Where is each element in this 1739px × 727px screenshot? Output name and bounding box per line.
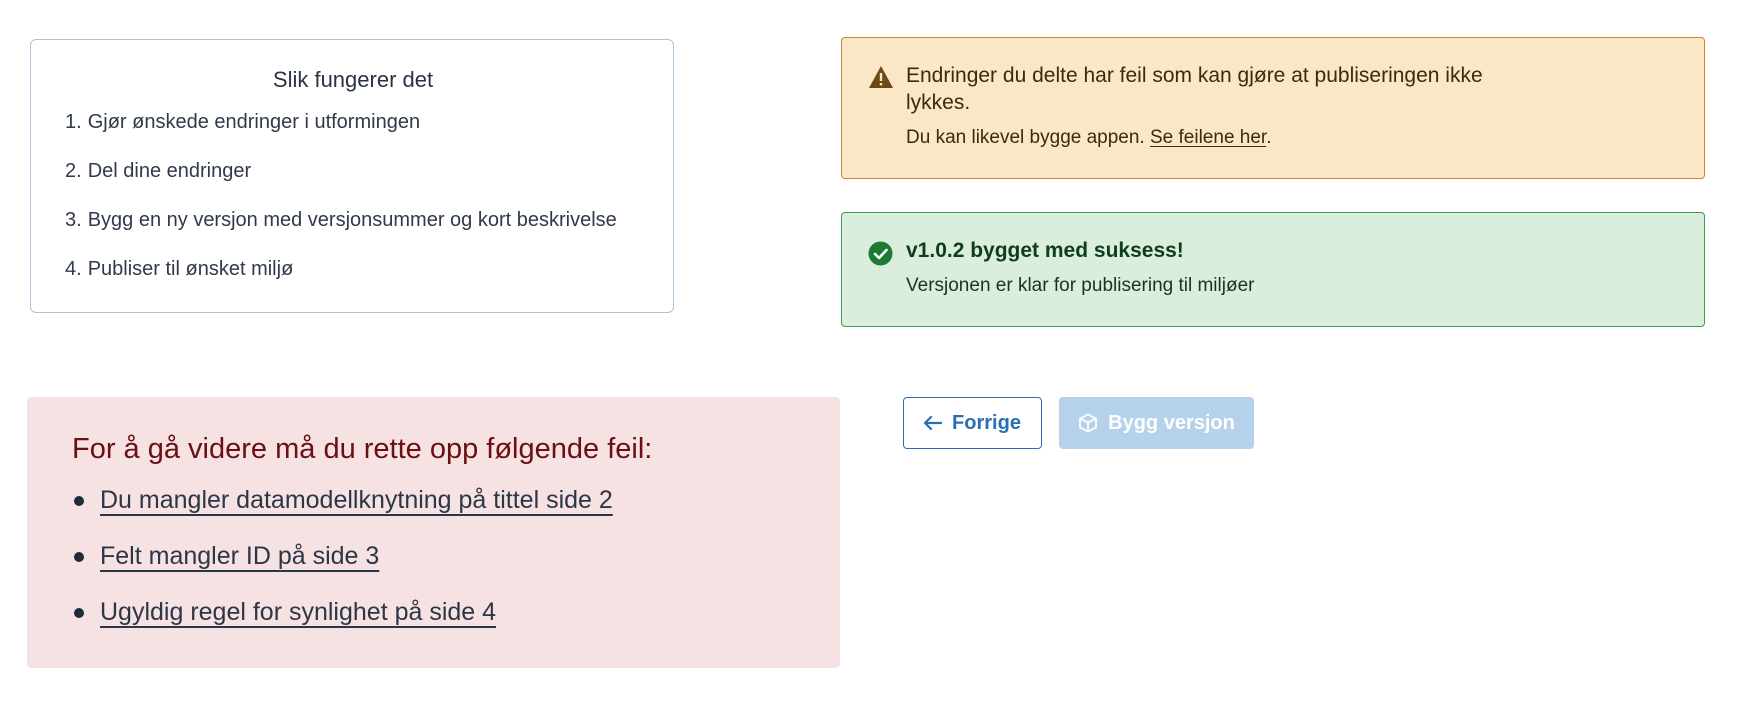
package-icon <box>1078 413 1098 433</box>
warning-body: Du kan likevel bygge appen. Se feilene h… <box>906 126 1704 150</box>
warning-heading: Endringer du delte har feil som kan gjør… <box>906 64 1483 114</box>
success-body: Versjonen er klar for publisering til mi… <box>906 275 1255 296</box>
step-number: 3. <box>65 209 82 231</box>
build-version-button-label: Bygg versjon <box>1108 411 1235 434</box>
step-item: 2. Del dine endringer <box>65 157 673 185</box>
error-item: Felt mangler ID på side 3 <box>72 537 840 575</box>
success-alert: v1.0.2 bygget med suksess! Versjonen er … <box>841 212 1705 327</box>
error-item: Du mangler datamodellknytning på tittel … <box>72 481 840 519</box>
error-summary: For å gå videre må du rette opp følgende… <box>27 397 840 668</box>
warning-alert: Endringer du delte har feil som kan gjør… <box>841 37 1705 179</box>
error-link[interactable]: Du mangler datamodellknytning på tittel … <box>100 486 613 514</box>
see-errors-link[interactable]: Se feilene her <box>1150 127 1266 148</box>
step-text: Gjør ønskede endringer i utformingen <box>87 111 421 133</box>
build-version-button[interactable]: Bygg versjon <box>1059 397 1254 449</box>
steps-list: 1. Gjør ønskede endringer i utformingen 2… <box>65 108 673 283</box>
step-number: 4. <box>65 258 82 280</box>
previous-button[interactable]: Forrige <box>903 397 1042 449</box>
how-it-works-panel: Slik fungerer det 1. Gjør ønskede endring… <box>30 39 674 313</box>
step-item: 1. Gjør ønskede endringer i utformingen <box>65 108 673 136</box>
bullet <box>74 496 84 506</box>
step-item: 4. Publiser til ønsket miljø <box>65 255 673 283</box>
error-link[interactable]: Ugyldig regel for synlighet på side 4 <box>100 598 496 626</box>
step-item: 3. Bygg en ny versjon med versjonsummer o… <box>65 206 673 234</box>
previous-button-label: Forrige <box>952 411 1021 434</box>
check-circle-icon <box>868 241 893 266</box>
warning-body-text: Du kan likevel bygge appen. <box>906 127 1150 148</box>
bullet <box>74 608 84 618</box>
bullet <box>74 552 84 562</box>
success-heading: v1.0.2 bygget med suksess! <box>906 239 1184 262</box>
how-it-works-title: Slik fungerer det <box>272 67 434 92</box>
step-text: Bygg en ny versjon med versjonsummer og … <box>87 209 617 231</box>
error-summary-title: For å gå videre må du rette opp følgende… <box>72 433 653 465</box>
step-number: 1. <box>65 111 82 133</box>
step-text: Publiser til ønsket miljø <box>87 258 294 280</box>
error-list: Du mangler datamodellknytning på tittel … <box>72 481 840 631</box>
error-item: Ugyldig regel for synlighet på side 4 <box>72 593 840 631</box>
arrow-left-icon <box>924 416 943 430</box>
step-text: Del dine endringer <box>87 160 252 182</box>
warning-triangle-icon <box>868 65 894 89</box>
warning-body-suffix: . <box>1266 127 1272 148</box>
step-number: 2. <box>65 160 82 182</box>
error-link[interactable]: Felt mangler ID på side 3 <box>100 542 379 570</box>
